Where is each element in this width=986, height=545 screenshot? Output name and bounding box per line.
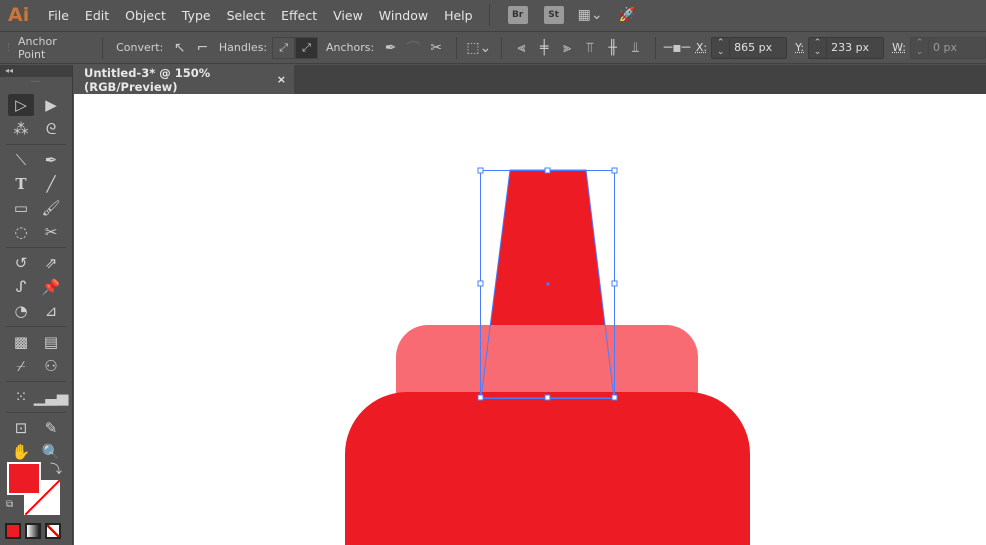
- menu-edit[interactable]: Edit: [77, 8, 117, 23]
- bridge-button[interactable]: Br: [507, 6, 528, 24]
- divider: [455, 36, 457, 59]
- eyedropper-tool-icon[interactable]: ⌿: [8, 355, 34, 377]
- tab-title: Untitled-3* @ 150% (RGB/Preview): [84, 65, 211, 94]
- none-mode-icon[interactable]: [45, 523, 61, 539]
- close-tab-icon[interactable]: ×: [277, 73, 286, 86]
- paintbrush-tool-icon[interactable]: 🖌: [38, 197, 64, 219]
- anchors-label: Anchors:: [325, 41, 375, 54]
- stepper-icon[interactable]: ⌃ ⌄: [712, 38, 731, 57]
- direct-selection-tool-icon[interactable]: ▶: [38, 94, 64, 116]
- gradient-mode-icon[interactable]: [25, 523, 41, 539]
- pin-tool-icon[interactable]: 📌: [38, 276, 64, 298]
- menu-bar: Ai File Edit Object Type Select Effect V…: [0, 0, 986, 30]
- tools-panel: ◂◂ ┄┄ ▷ ▶ ⁂ ᘓ ⟍ ✒ T ╱ ▭ 🖌 ◌ ✂ ↺ ⇗ ᔑ 📌 ◔ ⊿ ▩ ▤ ⌿ ⚇ ⁙…: [0, 65, 73, 545]
- gradient-tool-icon[interactable]: ▤: [38, 331, 64, 353]
- control-bar: ⋮ Anchor Point Convert: ↖ ⌐ Handles: ⤢ ⤢…: [0, 31, 986, 64]
- menu-effect[interactable]: Effect: [273, 8, 325, 23]
- default-colors-icon[interactable]: ⧉: [6, 499, 13, 510]
- menu-select[interactable]: Select: [219, 8, 274, 23]
- artboard-tool-icon[interactable]: ⊡: [8, 417, 34, 439]
- tool-name: Anchor Point: [18, 34, 57, 61]
- stepper-icon: ⌃ ⌄: [911, 38, 930, 57]
- document-tabs: Untitled-3* @ 150% (RGB/Preview) ×: [74, 65, 986, 94]
- lasso-tool-icon[interactable]: ᘓ: [38, 118, 64, 140]
- grip-icon[interactable]: ⋮: [4, 43, 13, 53]
- fill-swatch[interactable]: [7, 462, 41, 495]
- center-point: [546, 282, 550, 286]
- bottle-cap-band[interactable]: [396, 325, 698, 403]
- menu-object[interactable]: Object: [117, 8, 174, 23]
- align-left-icon[interactable]: ⫷: [510, 40, 533, 56]
- hide-handles-button[interactable]: ⤢: [295, 36, 318, 59]
- anchor-point-tool-icon[interactable]: ⟍: [8, 149, 34, 171]
- stock-button[interactable]: St: [543, 6, 564, 24]
- divider: [654, 36, 656, 59]
- convert-to-corner-icon[interactable]: ↖: [168, 40, 191, 56]
- align-center-icon[interactable]: ╪: [533, 40, 556, 56]
- menu-help[interactable]: Help: [436, 8, 481, 23]
- convert-label: Convert:: [116, 41, 164, 54]
- mesh-tool-icon[interactable]: ▩: [8, 331, 34, 353]
- menu-file[interactable]: File: [40, 8, 77, 23]
- y-field[interactable]: ⌃ ⌄ 233 px: [808, 36, 885, 59]
- color-mode-icon[interactable]: [5, 523, 21, 539]
- puppet-warp-tool-icon[interactable]: ᔑ: [8, 276, 34, 298]
- rectangle-tool-icon[interactable]: ▭: [8, 197, 34, 219]
- scale-tool-icon[interactable]: ⇗: [38, 252, 64, 274]
- gpu-performance-icon[interactable]: 🚀: [616, 7, 640, 23]
- x-label: X:: [695, 41, 708, 54]
- shape-builder-tool-icon[interactable]: ◔: [8, 300, 34, 322]
- shaper-tool-icon[interactable]: ◌: [8, 221, 34, 243]
- magic-wand-tool-icon[interactable]: ⁂: [8, 118, 34, 140]
- show-handles-button[interactable]: ⤢: [272, 36, 296, 59]
- divider: [102, 36, 104, 59]
- scissors-tool-icon[interactable]: ✂: [38, 221, 64, 243]
- rotate-tool-icon[interactable]: ↺: [8, 252, 34, 274]
- blend-tool-icon[interactable]: ⚇: [38, 355, 64, 377]
- symbol-sprayer-tool-icon[interactable]: ⁙: [8, 386, 34, 408]
- divider: [501, 36, 503, 59]
- workspace-layout-icon[interactable]: ▦⌄: [578, 7, 603, 23]
- pen-tool-icon[interactable]: ✒: [38, 149, 64, 171]
- connect-endpoints-icon: ⌒: [406, 40, 421, 57]
- app-logo: Ai: [8, 4, 30, 26]
- slice-tool-icon[interactable]: ✎: [38, 417, 64, 439]
- align-bottom-icon[interactable]: ⫫: [624, 40, 647, 56]
- reference-point-icon[interactable]: ─▪─: [664, 40, 690, 56]
- menu-view[interactable]: View: [325, 8, 371, 23]
- align-middle-icon[interactable]: ╫: [601, 40, 624, 56]
- collapse-panel-icon[interactable]: ◂◂: [0, 65, 72, 77]
- align-right-icon[interactable]: ⫸: [556, 40, 579, 56]
- selection-tool-icon[interactable]: ▷: [8, 94, 34, 116]
- divider: [488, 4, 490, 26]
- swap-fill-stroke-icon[interactable]: ⤵: [50, 460, 62, 477]
- menu-window[interactable]: Window: [371, 8, 436, 23]
- menu-type[interactable]: Type: [174, 8, 219, 23]
- align-top-icon[interactable]: ⫪: [578, 40, 601, 56]
- handles-label: Handles:: [218, 41, 268, 54]
- convert-to-smooth-icon[interactable]: ⌐: [191, 40, 214, 56]
- perspective-grid-tool-icon[interactable]: ⊿: [38, 300, 64, 322]
- column-graph-tool-icon[interactable]: ▁▃▅: [34, 386, 69, 408]
- line-tool-icon[interactable]: ╱: [38, 173, 64, 195]
- type-tool-icon[interactable]: T: [8, 173, 34, 195]
- x-field[interactable]: ⌃ ⌄ 865 px: [711, 36, 788, 59]
- remove-anchor-icon[interactable]: ✒: [379, 40, 402, 56]
- cut-path-icon[interactable]: ✂: [425, 40, 448, 56]
- y-label: Y:: [795, 41, 805, 54]
- transform-icon[interactable]: ⬚⌄: [465, 40, 494, 56]
- w-label: W:: [892, 41, 907, 54]
- tab-document[interactable]: Untitled-3* @ 150% (RGB/Preview) ×: [74, 65, 294, 94]
- stepper-icon[interactable]: ⌃ ⌄: [809, 38, 828, 57]
- hand-tool-icon[interactable]: ✋: [8, 441, 34, 463]
- artwork: [345, 167, 750, 545]
- artboard-canvas[interactable]: [74, 94, 986, 545]
- panel-grip[interactable]: ┄┄: [0, 77, 72, 93]
- w-field: ⌃ ⌄ 0 px: [910, 36, 986, 59]
- bottle-body[interactable]: [345, 392, 750, 545]
